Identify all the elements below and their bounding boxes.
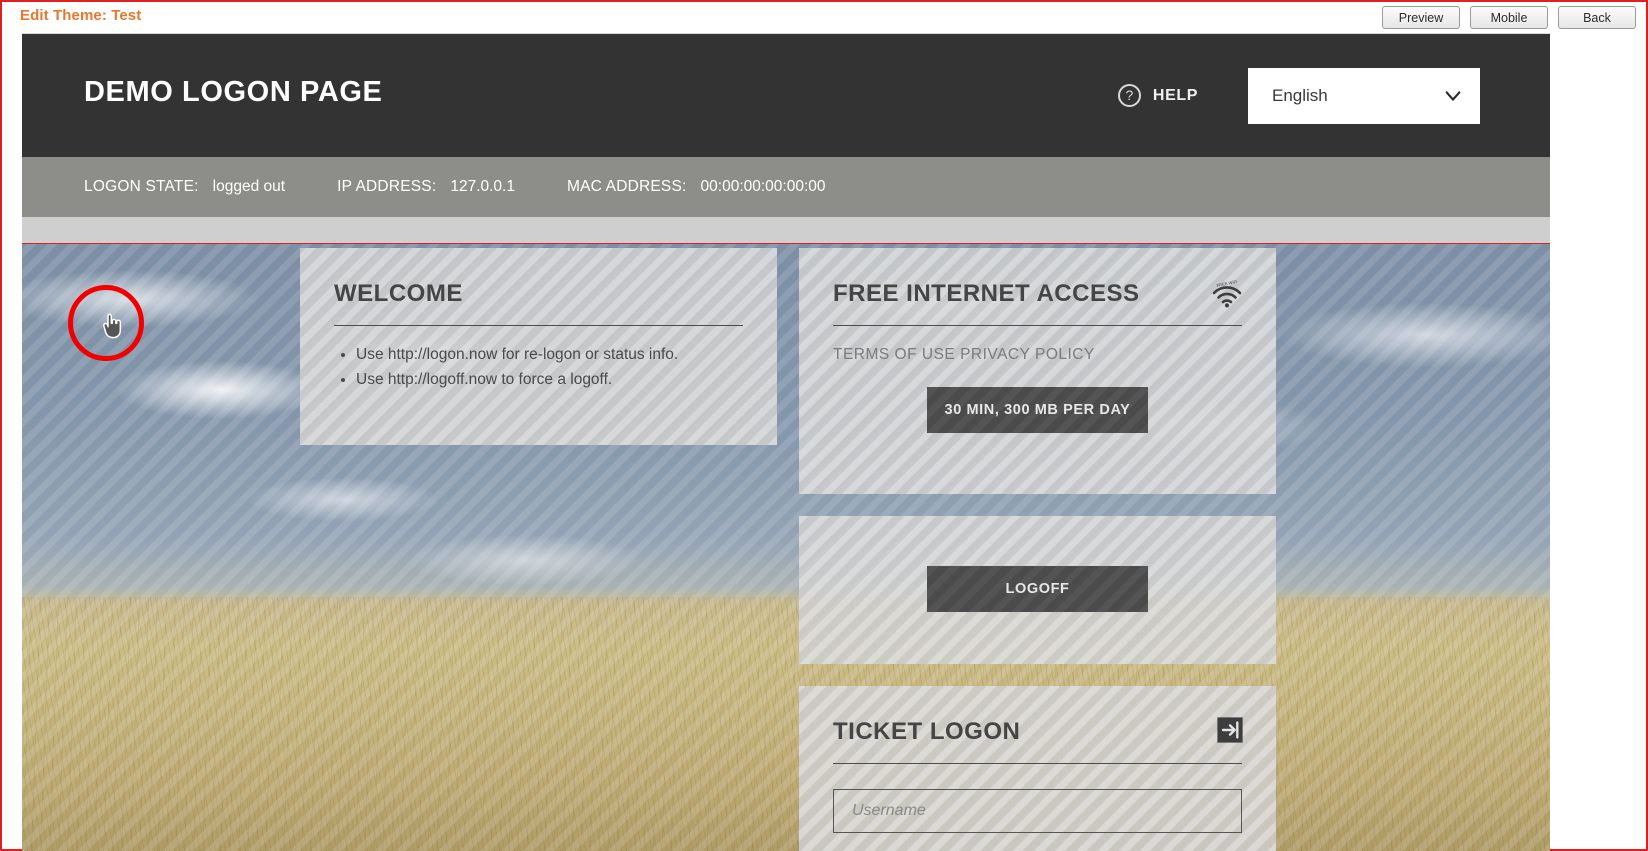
terms-of-use-privacy-policy-link[interactable]: TERMS OF USE PRIVACY POLICY: [833, 346, 1276, 364]
logoff-button[interactable]: LOGOFF: [927, 566, 1148, 612]
status-mac-address-label: MAC ADDRESS:: [566, 178, 687, 195]
page-title: Edit Theme: Test: [20, 7, 142, 24]
welcome-panel: WELCOME Use http://logon.now for re-logo…: [300, 248, 777, 445]
status-logon-state-label: LOGON STATE:: [84, 178, 199, 195]
language-select[interactable]: English: [1248, 67, 1480, 124]
status-ip-address-label: IP ADDRESS:: [337, 178, 437, 195]
logoff-button-label: LOGOFF: [1005, 581, 1070, 597]
free-internet-access-panel: FREE INTERNET ACCESS FREE WiFi TERMS OF …: [799, 248, 1276, 494]
brand-header: DEMO LOGON PAGE ? HELP English: [22, 34, 1550, 157]
preview-button[interactable]: Preview: [1382, 6, 1460, 29]
question-circle-icon: ?: [1117, 84, 1141, 107]
list-item: Use http://logoff.now to force a logoff.: [356, 368, 777, 392]
help-button[interactable]: ? HELP: [1117, 84, 1198, 107]
welcome-panel-divider: [334, 325, 743, 326]
logon-content-area: WELCOME Use http://logon.now for re-logo…: [22, 244, 1550, 851]
logoff-button-slot: LOGOFF: [799, 566, 1276, 612]
header-divider-band: [22, 217, 1550, 244]
ticket-logon-panel: TICKET LOGON: [799, 686, 1276, 851]
mobile-button[interactable]: Mobile: [1470, 6, 1548, 29]
list-item: Use http://logon.now for re-logon or sta…: [356, 343, 777, 367]
back-button[interactable]: Back: [1558, 6, 1636, 29]
free-access-quota-button[interactable]: 30 MIN, 300 MB PER DAY: [927, 387, 1148, 433]
brand-title: DEMO LOGON PAGE: [84, 76, 383, 108]
wifi-icon: FREE WiFi: [1212, 279, 1242, 308]
status-ip-address-value: 127.0.0.1: [450, 178, 515, 195]
toolbar-button-group: Preview Mobile Back: [1382, 6, 1636, 29]
ticket-logon-panel-divider: [833, 763, 1242, 764]
status-bar: LOGON STATE: logged out IP ADDRESS: 127.…: [22, 157, 1550, 217]
welcome-panel-title: WELCOME: [334, 280, 463, 307]
status-logon-state-value: logged out: [212, 178, 286, 195]
editor-toolbar: Edit Theme: Test Preview Mobile Back: [2, 2, 1646, 33]
status-ip-address: IP ADDRESS: 127.0.0.1: [337, 178, 515, 196]
username-input[interactable]: [833, 789, 1242, 833]
status-logon-state: LOGON STATE: logged out: [84, 178, 285, 196]
help-label: HELP: [1152, 86, 1198, 104]
free-internet-button-slot: 30 MIN, 300 MB PER DAY: [799, 387, 1276, 433]
welcome-bullet-list: Use http://logon.now for re-logon or sta…: [356, 343, 777, 391]
logoff-panel: LOGOFF: [799, 516, 1276, 664]
status-mac-address: MAC ADDRESS: 00:00:00:00:00:00: [567, 178, 826, 196]
background-stripe-overlay: [22, 244, 1550, 851]
free-access-quota-button-label: 30 MIN, 300 MB PER DAY: [944, 402, 1131, 418]
language-selected-value: English: [1272, 85, 1328, 105]
status-mac-address-value: 00:00:00:00:00:00: [700, 178, 826, 195]
theme-preview-viewport: DEMO LOGON PAGE ? HELP English LOGON STA…: [22, 33, 1550, 851]
theme-editor-frame: Edit Theme: Test Preview Mobile Back DEM…: [0, 0, 1648, 851]
chevron-down-icon: [1445, 90, 1461, 101]
header-right-controls: ? HELP English: [1117, 34, 1480, 157]
login-arrow-icon: [1217, 717, 1243, 743]
free-internet-panel-divider: [833, 325, 1242, 326]
ticket-logon-panel-title: TICKET LOGON: [833, 718, 1021, 745]
